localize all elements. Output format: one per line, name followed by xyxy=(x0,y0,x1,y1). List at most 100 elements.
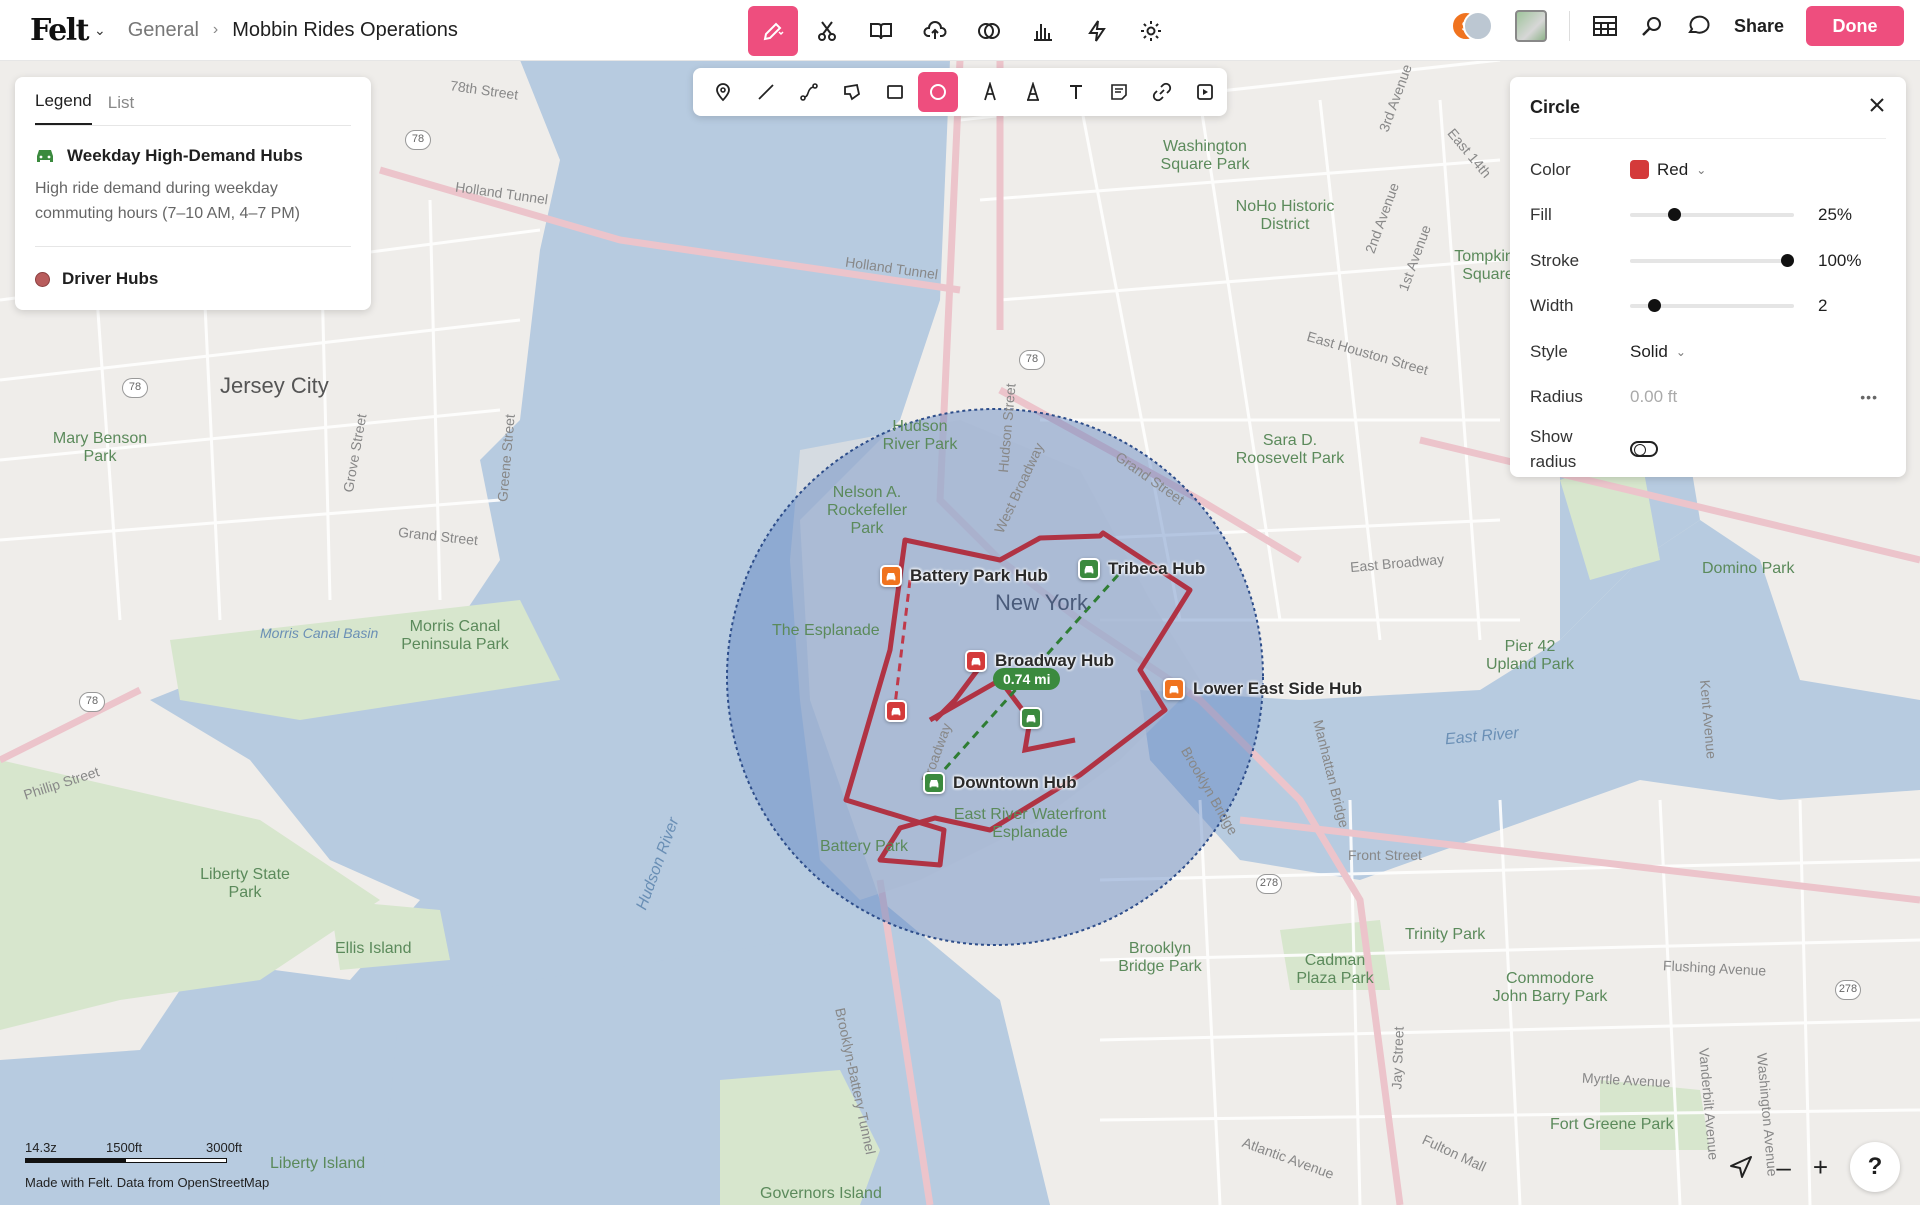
radius-row: Radius 0.00 ft ••• xyxy=(1530,375,1886,421)
width-value: 2 xyxy=(1818,296,1828,316)
map-label-front-street: Front Street xyxy=(1348,847,1422,863)
draw-tool-button[interactable] xyxy=(748,6,798,56)
done-button[interactable]: Done xyxy=(1806,6,1904,46)
text-tool[interactable] xyxy=(1056,72,1096,112)
pin-icon xyxy=(716,83,730,102)
map-label-morris-canal-basin: Morris Canal Basin xyxy=(260,625,379,641)
embed-tool[interactable] xyxy=(1185,72,1225,112)
stroke-row: Stroke 100% xyxy=(1530,238,1886,284)
note-tool[interactable] xyxy=(1099,72,1139,112)
car-icon xyxy=(923,772,945,794)
blend-button[interactable] xyxy=(964,6,1014,56)
map-label-commodore: Commodore John Barry Park xyxy=(1492,970,1608,1005)
map-label-noho: NoHo Historic District xyxy=(1235,198,1335,233)
cut-tool-button[interactable] xyxy=(802,6,852,56)
slider-knob[interactable] xyxy=(1648,299,1662,313)
hub-marker-tribeca[interactable]: Tribeca Hub xyxy=(1078,558,1205,580)
highlighter-icon xyxy=(1027,82,1039,101)
layer-title: Driver Hubs xyxy=(62,269,159,288)
route-shield: 78 xyxy=(1019,350,1045,370)
note-icon xyxy=(1111,84,1127,100)
hub-marker-battery-park[interactable]: Battery Park Hub xyxy=(880,565,1048,587)
map-label-cadman-plaza: Cadman Plaza Park xyxy=(1296,952,1374,987)
circle-icon xyxy=(930,84,946,100)
hub-marker-downtown[interactable]: Downtown Hub xyxy=(923,772,1077,794)
style-panel-header: Circle xyxy=(1530,77,1886,139)
route-shield: 78 xyxy=(405,130,431,150)
close-button[interactable] xyxy=(1868,96,1886,119)
upload-button[interactable] xyxy=(910,6,960,56)
style-row: Style Solid ⌄ xyxy=(1530,329,1886,375)
marker-tool[interactable] xyxy=(970,72,1010,112)
color-value: Red xyxy=(1657,159,1689,179)
scale-label-1: 1500ft xyxy=(106,1140,143,1155)
slider-knob[interactable] xyxy=(1667,208,1681,222)
layer-item[interactable]: Weekday High-Demand Hubs High ride deman… xyxy=(35,126,351,226)
breadcrumb-parent[interactable]: General xyxy=(128,19,199,42)
avatar[interactable] xyxy=(1462,11,1493,41)
show-radius-label: Show radius xyxy=(1530,427,1577,471)
map-label-pier42: Pier 42 Upland Park xyxy=(1485,638,1575,673)
scale-label-2: 3000ft xyxy=(206,1140,243,1155)
map-title[interactable]: Mobbin Rides Operations xyxy=(232,19,458,42)
car-icon xyxy=(965,650,987,672)
circle-tool[interactable] xyxy=(918,72,958,112)
highlighter-tool[interactable] xyxy=(1013,72,1053,112)
pin-tool[interactable] xyxy=(703,72,743,112)
map-label-battery-park: Battery Park xyxy=(820,838,909,855)
stroke-slider[interactable] xyxy=(1630,253,1794,267)
chart-icon xyxy=(1034,24,1052,41)
fill-slider[interactable] xyxy=(1630,208,1794,222)
radius-value[interactable]: 0.00 ft xyxy=(1630,387,1677,407)
line-tool[interactable] xyxy=(746,72,786,112)
scissors-icon xyxy=(818,21,836,41)
comment-icon[interactable] xyxy=(1686,14,1712,38)
lasso-tool[interactable] xyxy=(832,72,872,112)
map-label-fort-greene: Fort Greene Park xyxy=(1550,1116,1674,1133)
search-icon[interactable] xyxy=(1640,14,1664,38)
slider-knob[interactable] xyxy=(1781,253,1794,267)
zoom-out-button[interactable]: – xyxy=(1776,1152,1790,1183)
style-select[interactable]: Solid ⌄ xyxy=(1630,342,1686,362)
show-radius-toggle[interactable] xyxy=(1630,441,1658,457)
map-label-hudson-river-park: Hudson River Park xyxy=(882,418,958,453)
felt-logo[interactable]: Felt xyxy=(30,13,90,48)
map-label-liberty-island: Liberty Island xyxy=(270,1155,366,1172)
table-icon[interactable] xyxy=(1592,15,1618,37)
link-tool[interactable] xyxy=(1142,72,1182,112)
help-button[interactable]: ? xyxy=(1850,1142,1900,1192)
settings-button[interactable] xyxy=(1126,6,1176,56)
color-swatch xyxy=(1630,160,1649,180)
zoom-in-button[interactable]: + xyxy=(1813,1152,1828,1183)
divider xyxy=(1568,11,1570,41)
share-button[interactable]: Share xyxy=(1734,16,1784,37)
chevron-down-icon[interactable]: ⌄ xyxy=(94,22,106,39)
style-label: Style xyxy=(1530,341,1568,361)
color-select[interactable]: Red ⌄ xyxy=(1630,160,1706,180)
chevron-down-icon: ⌄ xyxy=(1696,162,1707,177)
map-label-liberty-state: Liberty State Park xyxy=(200,866,290,901)
header-right: S Share Done xyxy=(1450,6,1904,46)
basemap-thumbnail[interactable] xyxy=(1514,10,1547,42)
layer-item[interactable]: Driver Hubs xyxy=(35,247,351,289)
tab-list[interactable]: List xyxy=(108,93,134,125)
locate-icon[interactable] xyxy=(1728,1154,1754,1180)
actions-button[interactable] xyxy=(1072,6,1122,56)
map-label-mary-benson: Mary Benson Park xyxy=(52,430,148,465)
analytics-button[interactable] xyxy=(1018,6,1068,56)
route-tool[interactable] xyxy=(789,72,829,112)
more-icon[interactable]: ••• xyxy=(1860,389,1878,405)
library-button[interactable] xyxy=(856,6,906,56)
hub-marker-lower-east-side[interactable]: Lower East Side Hub xyxy=(1163,678,1362,700)
hub-label: Lower East Side Hub xyxy=(1193,679,1363,698)
car-icon[interactable] xyxy=(885,700,907,722)
width-slider[interactable] xyxy=(1630,299,1794,313)
map-controls: – + ? xyxy=(1728,1142,1900,1192)
car-icon[interactable] xyxy=(1020,707,1042,729)
map-label-trinity-park: Trinity Park xyxy=(1405,926,1486,943)
rectangle-tool[interactable] xyxy=(875,72,915,112)
car-icon xyxy=(880,565,902,587)
hub-label: Downtown Hub xyxy=(953,773,1077,792)
stroke-label: Stroke xyxy=(1530,250,1580,270)
tab-legend[interactable]: Legend xyxy=(35,91,92,125)
